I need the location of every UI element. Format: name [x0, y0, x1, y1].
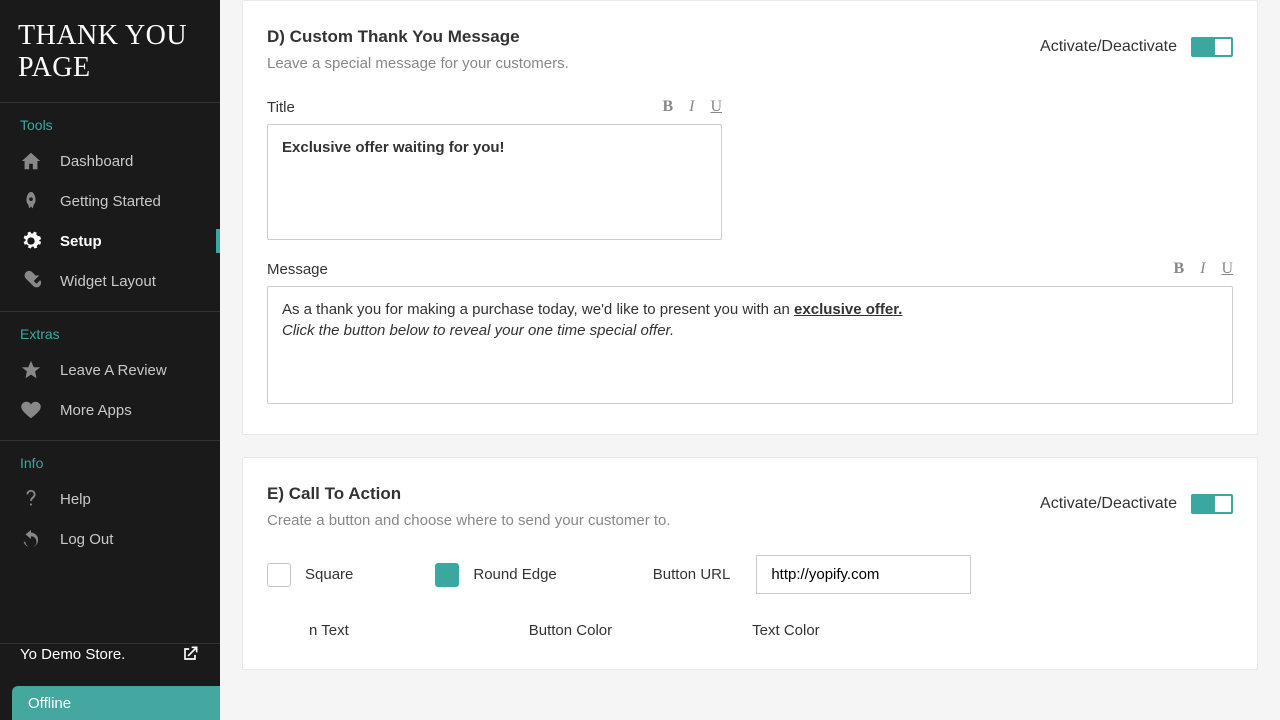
- offline-label: Offline: [28, 695, 71, 712]
- section-info: Info: [0, 441, 220, 479]
- card-header: E) Call To Action Create a button and ch…: [267, 484, 1233, 529]
- card-header: D) Custom Thank You Message Leave a spec…: [267, 27, 1233, 72]
- message-underlined: exclusive offer.: [794, 301, 902, 318]
- bold-button[interactable]: B: [1173, 260, 1184, 278]
- square-label: Square: [305, 566, 353, 583]
- message-text-2: Click the button below to reveal your on…: [282, 322, 674, 339]
- round-option[interactable]: Round Edge: [435, 563, 556, 587]
- button-url-label: Button URL: [653, 566, 731, 583]
- italic-button[interactable]: I: [689, 98, 694, 116]
- button-url-input[interactable]: [756, 555, 971, 594]
- home-icon: [20, 150, 42, 172]
- activate-label: Activate/Deactivate: [1040, 38, 1177, 56]
- title-value: Exclusive offer waiting for you!: [282, 139, 505, 156]
- gear-icon: [20, 230, 42, 252]
- cta-options-row: Square Round Edge Button URL: [267, 555, 1233, 594]
- heart-icon: [20, 399, 42, 421]
- undo-icon: [20, 528, 42, 550]
- button-color-label: Button Color: [529, 622, 612, 639]
- title-field-label: Title: [267, 99, 295, 116]
- sidebar-item-dashboard[interactable]: Dashboard: [0, 141, 220, 181]
- card-title: E) Call To Action: [267, 484, 671, 504]
- sidebar-item-label: Help: [60, 491, 91, 508]
- sidebar-item-label: Widget Layout: [60, 273, 156, 290]
- card-title: D) Custom Thank You Message: [267, 27, 569, 47]
- card-call-to-action: E) Call To Action Create a button and ch…: [242, 457, 1258, 670]
- button-text-label: n Text: [309, 622, 349, 639]
- sidebar-item-label: Log Out: [60, 531, 113, 548]
- store-link[interactable]: Yo Demo Store.: [0, 626, 220, 682]
- card-subtitle: Leave a special message for your custome…: [267, 55, 569, 72]
- section-tools: Tools: [0, 103, 220, 141]
- star-icon: [20, 359, 42, 381]
- underline-button[interactable]: U: [1221, 260, 1233, 278]
- sidebar-item-log-out[interactable]: Log Out: [0, 519, 220, 559]
- sidebar-item-label: More Apps: [60, 402, 132, 419]
- sidebar: THANK YOU PAGE Tools Dashboard Getting S…: [0, 0, 220, 720]
- sidebar-item-label: Getting Started: [60, 193, 161, 210]
- store-name: Yo Demo Store.: [20, 646, 125, 663]
- square-option[interactable]: Square: [267, 563, 353, 587]
- title-editor[interactable]: Exclusive offer waiting for you!: [267, 124, 722, 240]
- message-editor[interactable]: As a thank you for making a purchase tod…: [267, 286, 1233, 404]
- sidebar-item-label: Leave A Review: [60, 362, 167, 379]
- text-color-label: Text Color: [752, 622, 820, 639]
- message-field-label: Message: [267, 261, 328, 278]
- message-text-1: As a thank you for making a purchase tod…: [282, 301, 794, 318]
- bold-button[interactable]: B: [662, 98, 673, 116]
- sidebar-item-more-apps[interactable]: More Apps: [0, 390, 220, 430]
- sidebar-item-help[interactable]: Help: [0, 479, 220, 519]
- sidebar-item-widget-layout[interactable]: Widget Layout: [0, 261, 220, 301]
- underline-button[interactable]: U: [710, 98, 722, 116]
- section-extras: Extras: [0, 312, 220, 350]
- toggle-cta[interactable]: [1191, 494, 1233, 514]
- app-logo: THANK YOU PAGE: [0, 0, 220, 102]
- rocket-icon: [20, 190, 42, 212]
- checkbox-round[interactable]: [435, 563, 459, 587]
- wrench-icon: [20, 270, 42, 292]
- round-label: Round Edge: [473, 566, 556, 583]
- sidebar-item-setup[interactable]: Setup: [0, 221, 220, 261]
- sidebar-item-getting-started[interactable]: Getting Started: [0, 181, 220, 221]
- checkbox-square[interactable]: [267, 563, 291, 587]
- sidebar-item-leave-review[interactable]: Leave A Review: [0, 350, 220, 390]
- format-toolbar: B I U: [662, 98, 722, 116]
- external-link-icon: [180, 644, 200, 664]
- logo-text: THANK YOU PAGE: [18, 20, 202, 84]
- card-custom-message: D) Custom Thank You Message Leave a spec…: [242, 0, 1258, 435]
- activate-label: Activate/Deactivate: [1040, 495, 1177, 513]
- italic-button[interactable]: I: [1200, 260, 1205, 278]
- cta-labels-row: n Text Button Color Text Color: [267, 622, 1233, 639]
- toggle-custom-message[interactable]: [1191, 37, 1233, 57]
- question-icon: [20, 488, 42, 510]
- format-toolbar: B I U: [1173, 260, 1233, 278]
- sidebar-item-label: Setup: [60, 233, 102, 250]
- sidebar-item-label: Dashboard: [60, 153, 133, 170]
- main-content: D) Custom Thank You Message Leave a spec…: [220, 0, 1280, 720]
- card-subtitle: Create a button and choose where to send…: [267, 512, 671, 529]
